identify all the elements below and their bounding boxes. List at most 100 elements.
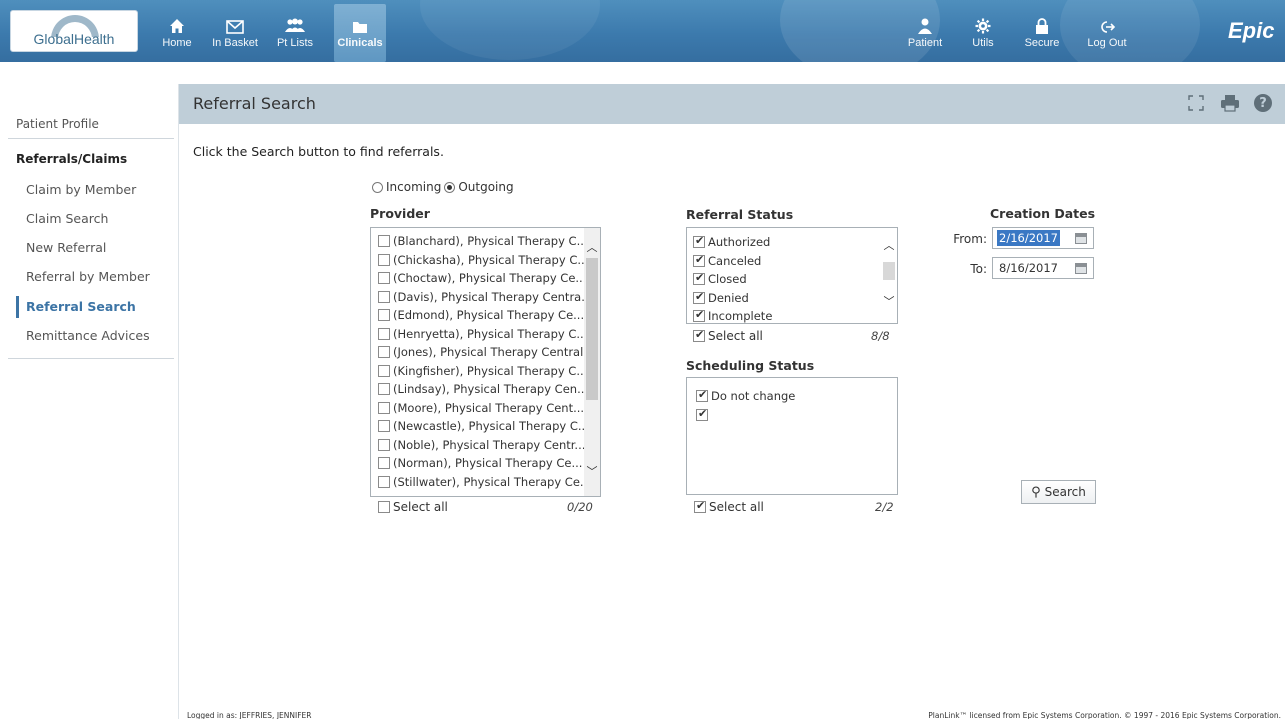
provider-select-all-checkbox[interactable] xyxy=(378,501,390,513)
scroll-down-icon[interactable]: ﹀ xyxy=(881,294,897,310)
scheduling-status-item-label: Do not change xyxy=(711,389,796,404)
nav-patient-button[interactable]: Patient xyxy=(904,8,946,58)
referral-status-item-checkbox[interactable] xyxy=(693,271,705,286)
provider-list-item-checkbox[interactable] xyxy=(378,420,390,433)
page-title-bar: Referral Search ? xyxy=(179,84,1285,124)
incoming-radio-label[interactable]: Incoming xyxy=(386,180,441,194)
provider-scrollbar[interactable]: ︿ ﹀ xyxy=(584,228,600,496)
help-icon[interactable]: ? xyxy=(1254,94,1272,112)
nav-home-button[interactable]: Home xyxy=(158,8,196,58)
top-navigation-bar: GlobalHealth Home In Basket Pt Lists Cli… xyxy=(0,0,1285,62)
provider-list-item[interactable]: (Davis), Physical Therapy Centra... xyxy=(378,288,600,307)
scheduling-status-select-all-checkbox[interactable] xyxy=(694,499,706,513)
background-glow xyxy=(420,0,600,60)
nav-in-basket-button[interactable]: In Basket xyxy=(208,8,262,58)
referral-status-item[interactable]: Denied xyxy=(693,289,897,308)
provider-list-item[interactable]: (Stillwater), Physical Therapy Ce... xyxy=(378,473,600,492)
incoming-radio[interactable] xyxy=(372,181,383,193)
direction-radio-group: Incoming Outgoing xyxy=(372,180,517,194)
provider-list-item-checkbox[interactable] xyxy=(378,290,390,303)
provider-list-item[interactable]: (Norman), Physical Therapy Ce... xyxy=(378,454,600,473)
nav-utils-button[interactable]: Utils xyxy=(966,8,1000,58)
scheduling-status-item[interactable] xyxy=(696,406,897,425)
provider-list-item[interactable]: (Newcastle), Physical Therapy C... xyxy=(378,417,600,436)
provider-list-item[interactable]: (Blanchard), Physical Therapy C... xyxy=(378,232,600,251)
provider-list-item[interactable]: (Choctaw), Physical Therapy Ce... xyxy=(378,269,600,288)
expand-icon[interactable] xyxy=(1186,93,1206,113)
provider-list-item-checkbox[interactable] xyxy=(378,383,390,396)
provider-list-item-checkbox[interactable] xyxy=(378,475,390,488)
scheduling-status-item[interactable]: Do not change xyxy=(696,387,897,406)
scrollbar-thumb[interactable] xyxy=(586,258,598,400)
outgoing-radio[interactable] xyxy=(444,181,456,193)
sidebar-item-remittance-advices[interactable]: Remittance Advices xyxy=(26,328,150,343)
referral-status-item[interactable]: Authorized xyxy=(693,233,897,252)
provider-list-item[interactable]: (Jones), Physical Therapy Central xyxy=(378,343,600,362)
search-button[interactable]: ⚲ Search xyxy=(1021,480,1096,504)
referral-status-select-all-checkbox[interactable] xyxy=(693,328,705,342)
provider-list-item[interactable]: (Kingfisher), Physical Therapy C... xyxy=(378,362,600,381)
provider-list-item-label: (Kingfisher), Physical Therapy C... xyxy=(393,363,588,378)
scroll-down-icon[interactable]: ﹀ xyxy=(584,464,600,480)
referral-status-item-checkbox[interactable] xyxy=(693,308,705,323)
globalhealth-logo[interactable]: GlobalHealth xyxy=(10,10,138,52)
nav-log-out-button[interactable]: Log Out xyxy=(1084,8,1130,58)
sidebar-item-referral-by-member[interactable]: Referral by Member xyxy=(26,269,150,284)
provider-list-item[interactable]: (Lindsay), Physical Therapy Cen... xyxy=(378,380,600,399)
provider-list-item-checkbox[interactable] xyxy=(378,401,390,414)
provider-list-item-checkbox[interactable] xyxy=(378,327,390,340)
calendar-icon[interactable] xyxy=(1075,233,1087,244)
scrollbar-thumb[interactable] xyxy=(883,262,895,280)
provider-select-all[interactable]: Select all xyxy=(378,500,448,514)
provider-list-item[interactable]: (Moore), Physical Therapy Cent... xyxy=(378,399,600,418)
nav-secure-button[interactable]: Secure xyxy=(1022,8,1062,58)
provider-list-item-checkbox[interactable] xyxy=(378,272,390,285)
provider-list-item-checkbox[interactable] xyxy=(378,253,390,266)
scroll-up-icon[interactable]: ︿ xyxy=(584,240,600,256)
active-item-indicator xyxy=(16,296,19,318)
calendar-icon[interactable] xyxy=(1075,263,1087,274)
provider-list-item-checkbox[interactable] xyxy=(378,457,390,470)
provider-list-item-checkbox[interactable] xyxy=(378,235,390,248)
provider-list-item[interactable]: (Edmond), Physical Therapy Ce... xyxy=(378,306,600,325)
scroll-up-icon[interactable]: ︿ xyxy=(881,238,897,254)
provider-list-item[interactable]: (Henryetta), Physical Therapy C... xyxy=(378,325,600,344)
print-icon[interactable] xyxy=(1220,93,1240,113)
referral-status-listbox[interactable]: Authorized Canceled Closed Denied Incomplete… xyxy=(686,227,898,324)
provider-list-item-checkbox[interactable] xyxy=(378,309,390,322)
provider-list-item-checkbox[interactable] xyxy=(378,438,390,451)
referral-status-select-all[interactable]: Select all xyxy=(693,328,763,343)
sidebar-item-claim-search[interactable]: Claim Search xyxy=(26,211,108,226)
provider-list-item[interactable]: (Noble), Physical Therapy Centr... xyxy=(378,436,600,455)
sidebar-patient-profile[interactable]: Patient Profile xyxy=(16,117,99,131)
from-date-field[interactable]: 2/16/2017 xyxy=(992,227,1094,249)
nav-clinicals-button[interactable]: Clinicals xyxy=(334,4,386,62)
referral-status-item-checkbox[interactable] xyxy=(693,234,705,249)
people-icon xyxy=(272,8,318,34)
nav-pt-lists-button[interactable]: Pt Lists xyxy=(272,8,318,58)
select-all-label: Select all xyxy=(709,500,764,514)
sidebar-item-new-referral[interactable]: New Referral xyxy=(26,240,106,255)
to-date-value[interactable]: 8/16/2017 xyxy=(997,260,1060,276)
scheduling-status-listbox[interactable]: Do not change xyxy=(686,377,898,495)
from-date-value[interactable]: 2/16/2017 xyxy=(997,230,1060,246)
scheduling-status-select-all[interactable]: Select all xyxy=(694,499,764,514)
sidebar-item-referral-search[interactable]: Referral Search xyxy=(26,299,136,314)
sidebar-item-claim-by-member[interactable]: Claim by Member xyxy=(26,182,136,197)
scheduling-status-item-checkbox[interactable] xyxy=(696,407,708,421)
sidebar-section-referrals-claims[interactable]: Referrals/Claims xyxy=(16,152,127,166)
provider-list-item-checkbox[interactable] xyxy=(378,364,390,377)
provider-listbox[interactable]: (Blanchard), Physical Therapy C... (Chick… xyxy=(370,227,601,497)
referral-status-item[interactable]: Canceled xyxy=(693,252,897,271)
referral-status-item[interactable]: Incomplete xyxy=(693,307,897,323)
referral-status-item-checkbox[interactable] xyxy=(693,290,705,304)
referral-status-scrollbar[interactable]: ︿ ﹀ xyxy=(881,228,897,323)
outgoing-radio-label[interactable]: Outgoing xyxy=(458,180,513,194)
referral-status-item[interactable]: Closed xyxy=(693,270,897,289)
provider-list-item[interactable]: (Chickasha), Physical Therapy C... xyxy=(378,251,600,270)
referral-status-item-checkbox[interactable] xyxy=(693,253,705,267)
to-date-field[interactable]: 8/16/2017 xyxy=(992,257,1094,279)
provider-list-item-label: (Newcastle), Physical Therapy C... xyxy=(393,419,589,434)
scheduling-status-item-checkbox[interactable] xyxy=(696,388,708,403)
provider-list-item-checkbox[interactable] xyxy=(378,346,390,359)
